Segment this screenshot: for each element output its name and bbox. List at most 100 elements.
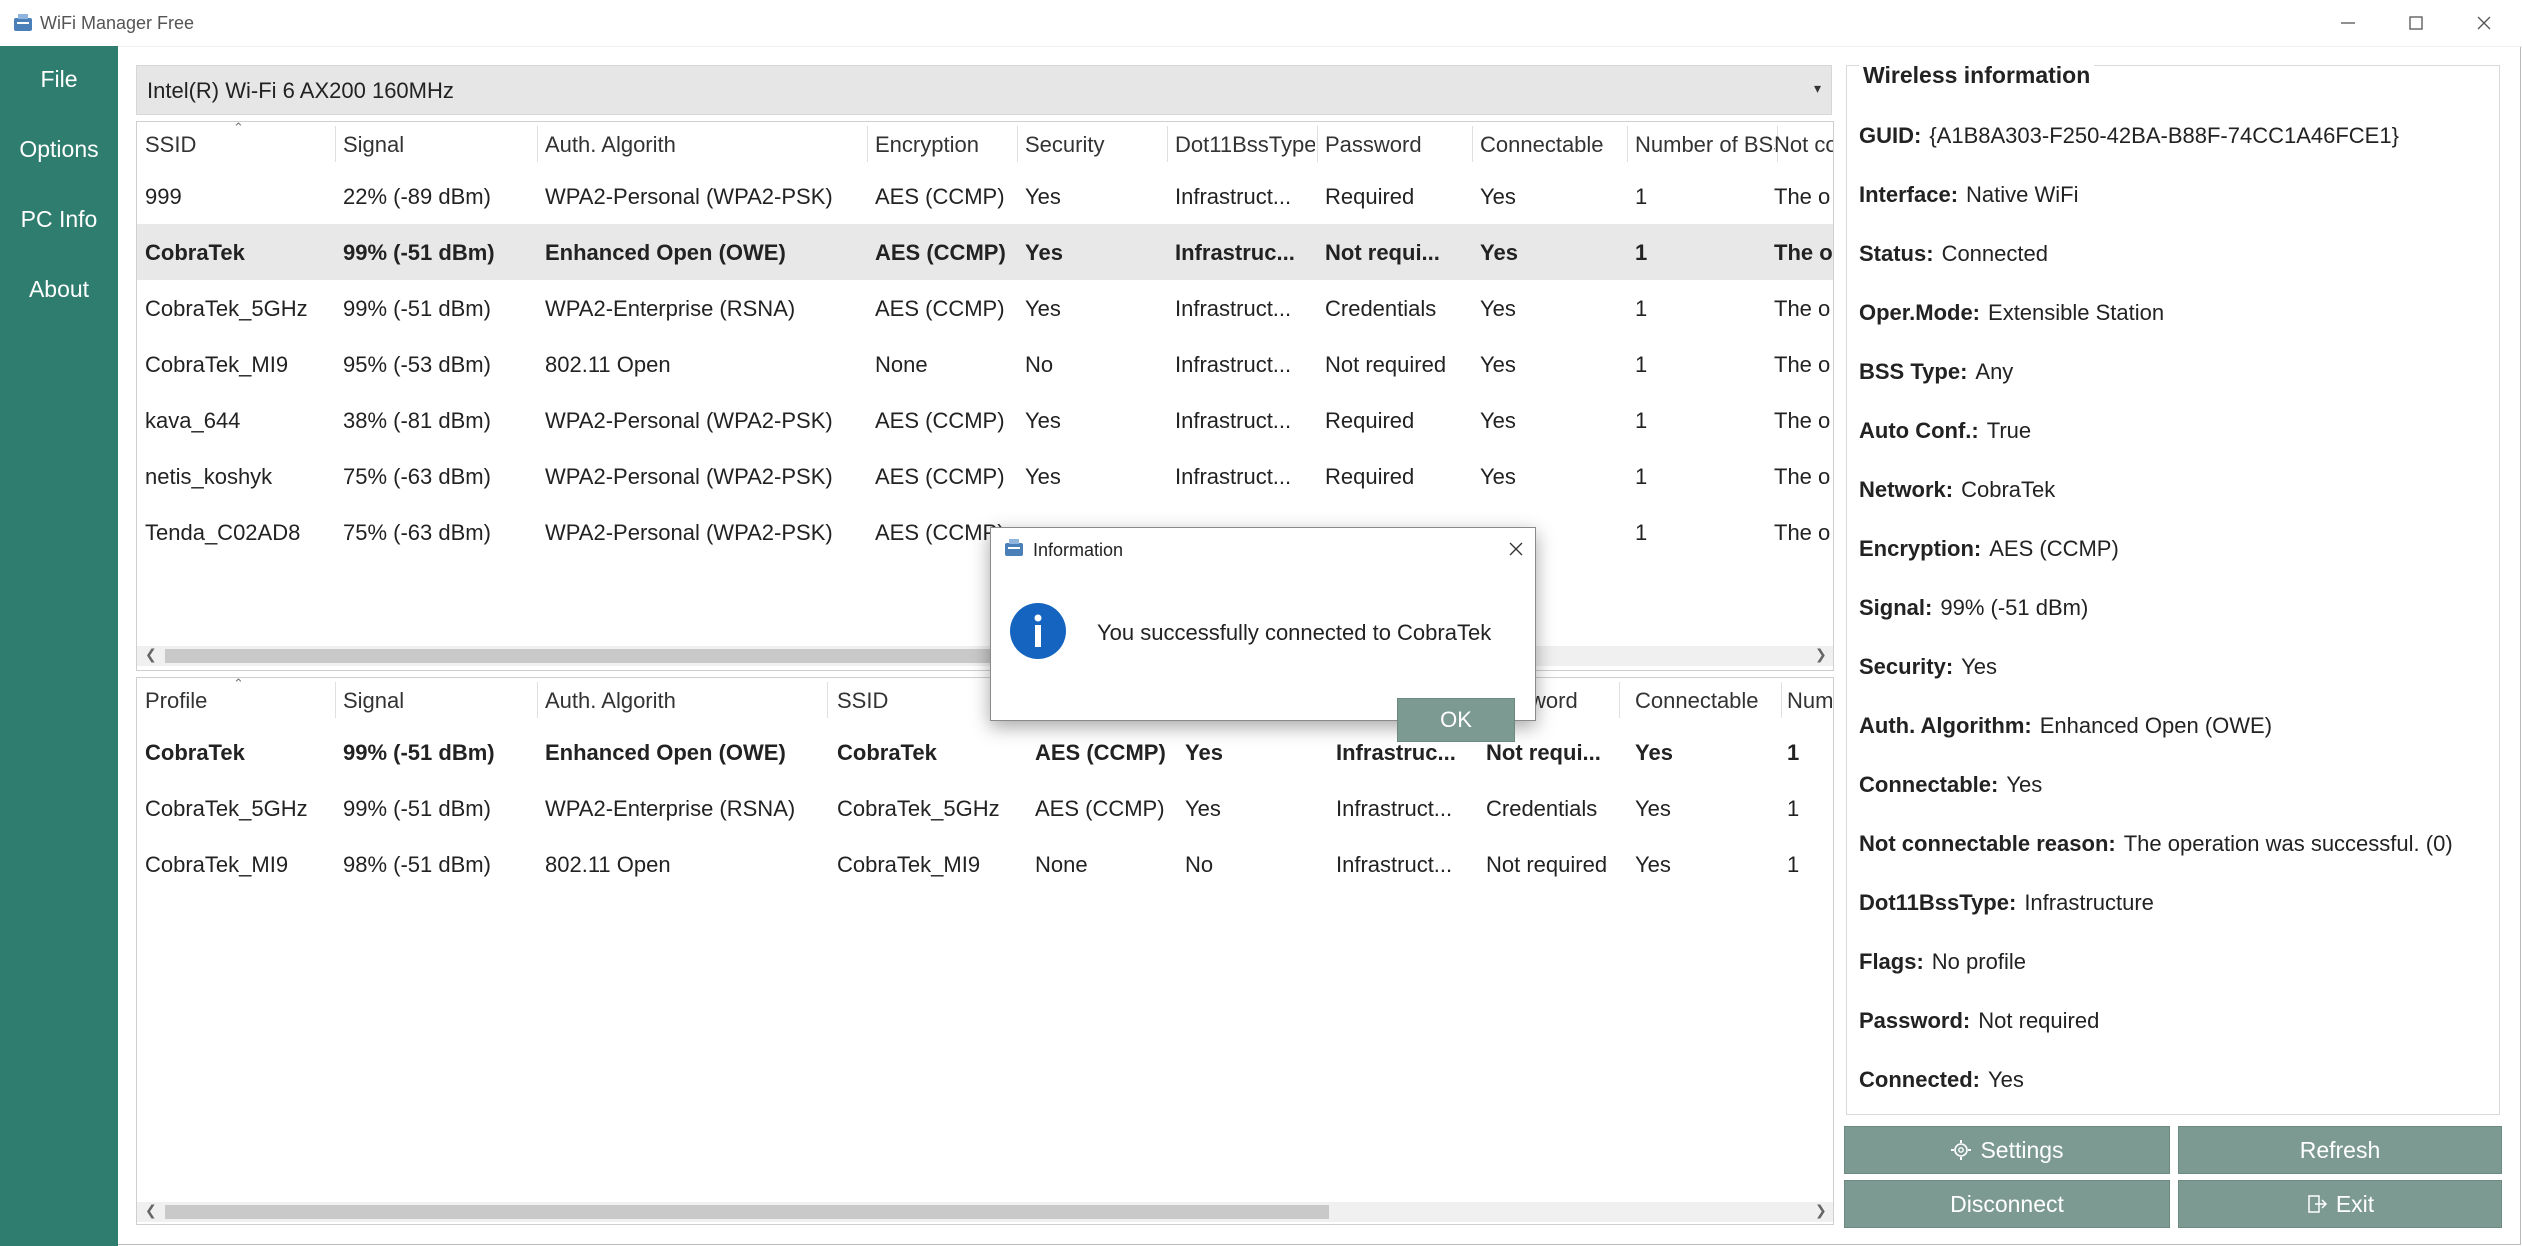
disconnect-button[interactable]: Disconnect [1844,1180,2170,1228]
col-signal[interactable]: Signal [343,132,533,160]
dialog-title: Information [1033,540,1124,560]
scroll-left-icon[interactable]: ❮ [145,1202,157,1219]
col-password[interactable]: word [1530,688,1610,716]
cell-signal: 38% (-81 dBm) [343,408,491,433]
col-auth-algorithm[interactable]: Auth. Algorith [545,688,740,716]
cell-bsstype: Infrastruc... [1336,740,1456,765]
cell-reason: The o [1774,464,1831,489]
cell-ssid: 999 [145,184,182,209]
exit-icon [2308,1195,2327,1213]
minimize-icon [2341,22,2355,24]
dialog-close-button[interactable] [1507,534,1525,564]
sidebar-item-pc-info[interactable]: PC Info [0,206,118,233]
table-row[interactable]: kava_644 38% (-81 dBm) WPA2-Personal (WP… [137,392,1833,448]
cell-encryption: None [875,352,928,377]
scroll-left-icon[interactable]: ❮ [145,646,157,663]
cell-auth: Enhanced Open (OWE) [545,740,786,765]
table-row-selected[interactable]: CobraTek 99% (-51 dBm) Enhanced Open (OW… [137,224,1833,280]
cell-security: Yes [1025,296,1061,321]
cell-password: Required [1325,184,1415,209]
refresh-button[interactable]: Refresh [2178,1126,2502,1174]
col-number[interactable]: Num [1787,688,1833,716]
cell-signal: 75% (-63 dBm) [343,464,491,489]
table-row[interactable]: CobraTek_MI9 95% (-53 dBm) 802.11 Open N… [137,336,1833,392]
table-row[interactable]: netis_koshyk 75% (-63 dBm) WPA2-Personal… [137,448,1833,504]
cell-encryption: AES (CCMP) [875,408,1005,433]
cell-reason: The o [1774,520,1831,545]
cell-signal: 95% (-53 dBm) [343,352,491,377]
cell-encryption: AES (CCMP) [1035,796,1165,821]
dialog-title-bar: Information [991,528,1535,568]
col-ssid[interactable]: SSID [145,132,325,160]
cell-bsstype: Infrastruct... [1336,796,1453,821]
cell-encryption: AES (CCMP) [875,184,1005,209]
col-profile[interactable]: Profile [145,688,325,716]
networks-hscrollbar[interactable]: ❮ ❯ [137,646,1833,666]
cell-ssid: Tenda_C02AD8 [145,520,301,545]
cell-ssid: CobraTek_5GHz [837,796,1000,821]
cell-auth: 802.11 Open [545,352,671,377]
table-row[interactable]: Tenda_C02AD8 75% (-63 dBm) WPA2-Personal… [137,504,1833,560]
cell-bsstype: Infrastruct... [1175,184,1292,209]
sidebar-item-file[interactable]: File [0,66,118,93]
info-row-dot11bsstype: Dot11BssType: Infrastructure [1859,890,2154,915]
cell-auth: Enhanced Open (OWE) [545,240,786,265]
chevron-down-icon: ▾ [1813,80,1821,96]
sidebar-item-options[interactable]: Options [0,136,118,163]
table-row[interactable]: CobraTek_MI9 98% (-51 dBm) 802.11 Open C… [137,836,1833,892]
scroll-right-icon[interactable]: ❯ [1815,646,1827,663]
col-encryption[interactable]: Encryption [875,132,1015,160]
cell-password: Not requi... [1325,240,1440,265]
info-row-interface: Interface: Native WiFi [1859,182,2079,207]
settings-button[interactable]: Settings [1844,1126,2170,1174]
col-connectable[interactable]: Connectable [1635,688,1780,716]
cell-bssids: 1 [1635,184,1648,209]
maximize-button[interactable] [2386,6,2446,40]
cell-auth: WPA2-Personal (WPA2-PSK) [545,520,833,545]
app-icon [1005,539,1023,556]
table-row[interactable]: 999 22% (-89 dBm) WPA2-Personal (WPA2-PS… [137,168,1833,224]
col-number-of-bssids[interactable]: Number of BSSIDs [1635,132,1775,160]
cell-ssid: CobraTek_5GHz [145,296,308,321]
refresh-button-label: Refresh [2299,1136,2381,1163]
cell-number: 1 [1787,796,1800,821]
cell-security: Yes [1025,464,1061,489]
cell-password: Credentials [1325,296,1437,321]
cell-password: Credentials [1486,796,1598,821]
wireless-info-title: Wireless information [1859,62,2095,89]
cell-password: Required [1325,408,1415,433]
scroll-right-icon[interactable]: ❯ [1815,1202,1827,1219]
wireless-info-panel: Wireless information GUID: {A1B8A303-F250… [1846,62,2500,1115]
maximize-icon [2409,16,2423,30]
cell-bsstype: Infrastruc... [1175,240,1295,265]
col-password[interactable]: Password [1325,132,1470,160]
scroll-thumb[interactable] [165,1205,1329,1219]
adapter-select[interactable]: Intel(R) Wi-Fi 6 AX200 160MHz ▾ [136,65,1832,115]
cell-auth: WPA2-Personal (WPA2-PSK) [545,464,833,489]
col-signal[interactable]: Signal [343,688,533,716]
close-button[interactable] [2454,6,2514,40]
cell-connectable: Yes [1480,184,1516,209]
col-security[interactable]: Security [1025,132,1165,160]
cell-bssids: 1 [1635,464,1648,489]
cell-bsstype: Infrastruct... [1175,352,1292,377]
sidebar-item-about[interactable]: About [0,276,118,303]
col-ssid[interactable]: SSID [837,688,977,716]
exit-button[interactable]: Exit [2178,1180,2502,1228]
cell-encryption: AES (CCMP) [875,240,1006,265]
minimize-button[interactable] [2318,6,2378,40]
col-connectable[interactable]: Connectable [1480,132,1625,160]
profiles-hscrollbar[interactable]: ❮ ❯ [137,1202,1833,1222]
profiles-table: ⌃ Profile Signal Auth. Algorith SSID wor… [136,677,1834,1225]
cell-security: Yes [1185,740,1223,765]
table-row[interactable]: CobraTek_5GHz 99% (-51 dBm) WPA2-Enterpr… [137,280,1833,336]
cell-signal: 99% (-51 dBm) [343,796,491,821]
col-dot11bsstype[interactable]: Dot11BssType [1175,132,1315,160]
ok-button[interactable]: OK [1397,698,1515,742]
cell-bssids: 1 [1635,352,1648,377]
table-row[interactable]: CobraTek_5GHz 99% (-51 dBm) WPA2-Enterpr… [137,780,1833,836]
col-not-connectable[interactable]: Not co [1774,132,1833,160]
table-row[interactable]: CobraTek 99% (-51 dBm) Enhanced Open (OW… [137,724,1833,780]
col-auth-algorithm[interactable]: Auth. Algorith [545,132,740,160]
cell-security: Yes [1185,796,1221,821]
